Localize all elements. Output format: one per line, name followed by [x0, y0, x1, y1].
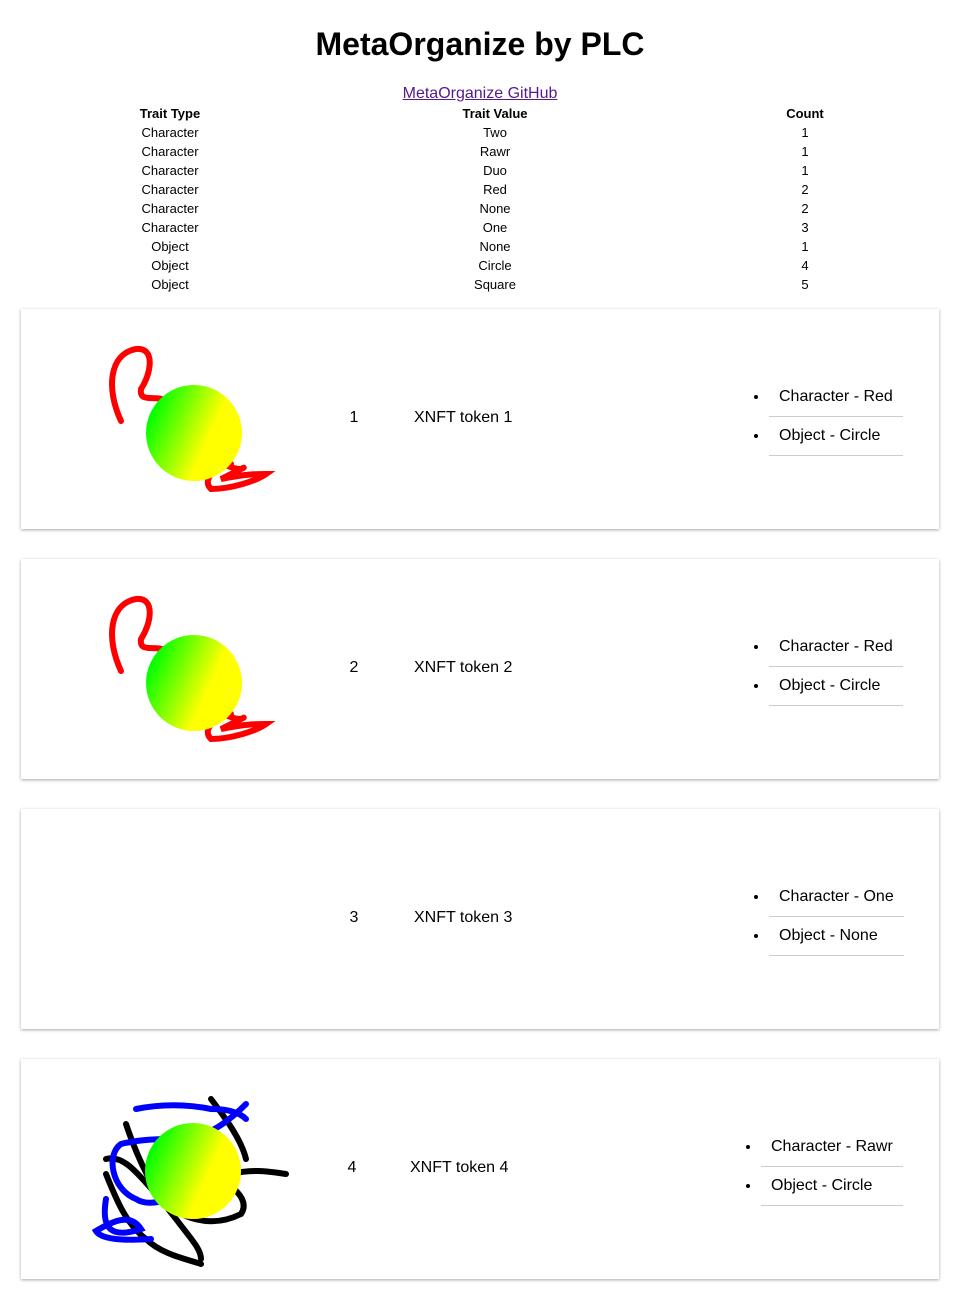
- trait-row: Object None 1: [80, 237, 880, 256]
- trait-row: Character Two 1: [80, 123, 880, 142]
- token-card: 1 XNFT token 1 Character - RedObject - Cir…: [21, 309, 939, 529]
- trait-value-cell: Red: [483, 182, 507, 197]
- count-cell: 1: [801, 163, 809, 178]
- github-link-container: MetaOrganize GitHub: [0, 85, 960, 103]
- trait-row: Object Square 5: [80, 275, 880, 294]
- trait-row: Character Red 2: [80, 180, 880, 199]
- token-id: 4: [347, 1159, 357, 1176]
- trait-type-cell: Object: [151, 277, 189, 292]
- page-title: MetaOrganize by PLC: [315, 26, 645, 62]
- token-attribute-list: Character - OneObject - None: [752, 878, 904, 956]
- trait-type-cell: Character: [141, 125, 199, 140]
- token-card: 2 XNFT token 2 Character - RedObject - Cir…: [21, 559, 939, 779]
- trait-value-cell: Rawr: [479, 144, 511, 159]
- count-cell: 3: [801, 220, 809, 235]
- header-trait-value: Trait Value: [462, 106, 528, 121]
- trait-row: Character None 2: [80, 199, 880, 218]
- token-name: XNFT token 4: [410, 1159, 509, 1176]
- trait-type-cell: Character: [141, 220, 199, 235]
- header-count: Count: [786, 106, 824, 121]
- token-id: 2: [349, 659, 359, 676]
- trait-value-cell: None: [479, 239, 511, 254]
- token-card: 4 XNFT token 4 Character - RawrObject - Ci…: [21, 1059, 939, 1279]
- token-attribute: Character - Rawr: [761, 1128, 903, 1167]
- header-trait-type: Trait Type: [139, 106, 201, 121]
- trait-row: Character Rawr 1: [80, 142, 880, 161]
- token-artwork: [109, 345, 276, 493]
- trait-type-cell: Character: [141, 163, 199, 178]
- trait-table: Trait Type Trait Value Count Character Tw…: [80, 104, 880, 294]
- token-attribute-list: Character - RedObject - Circle: [752, 378, 903, 456]
- token-attribute: Character - Red: [769, 378, 903, 417]
- token-artwork: [91, 1096, 289, 1267]
- trait-type-cell: Object: [151, 239, 189, 254]
- trait-type-cell: Character: [141, 201, 199, 216]
- github-link[interactable]: MetaOrganize GitHub: [403, 85, 558, 102]
- trait-table-header: Trait Type Trait Value Count: [80, 104, 880, 123]
- token-attribute: Object - None: [769, 917, 904, 956]
- trait-value-cell: Duo: [483, 163, 507, 178]
- trait-row: Character One 3: [80, 218, 880, 237]
- token-attribute-list: Character - RawrObject - Circle: [744, 1128, 903, 1206]
- trait-type-cell: Character: [141, 182, 199, 197]
- count-cell: 4: [801, 258, 809, 273]
- count-cell: 2: [801, 182, 809, 197]
- trait-value-cell: Two: [483, 125, 507, 140]
- count-cell: 1: [801, 125, 809, 140]
- trait-value-cell: None: [479, 201, 511, 216]
- token-attribute: Object - Circle: [761, 1167, 903, 1206]
- token-name: XNFT token 1: [414, 409, 513, 426]
- token-id: 3: [349, 909, 359, 926]
- count-cell: 1: [801, 239, 809, 254]
- count-cell: 1: [801, 144, 809, 159]
- token-attribute: Character - One: [769, 878, 904, 917]
- token-name: XNFT token 3: [414, 909, 513, 926]
- trait-row: Character Duo 1: [80, 161, 880, 180]
- trait-value-cell: One: [482, 220, 508, 235]
- token-attribute: Object - Circle: [769, 417, 903, 456]
- count-cell: 5: [801, 277, 809, 292]
- trait-type-cell: Object: [151, 258, 189, 273]
- token-attribute-list: Character - RedObject - Circle: [752, 628, 903, 706]
- token-artwork: [81, 829, 291, 1019]
- token-artwork: [109, 595, 276, 743]
- trait-row: Object Circle 4: [80, 256, 880, 275]
- trait-value-cell: Circle: [478, 258, 512, 273]
- token-id: 1: [349, 409, 359, 426]
- count-cell: 2: [801, 201, 809, 216]
- trait-type-cell: Character: [141, 144, 199, 159]
- trait-value-cell: Square: [474, 277, 516, 292]
- token-card: 3 XNFT token 3 Character - OneObject - Non…: [21, 809, 939, 1029]
- token-name: XNFT token 2: [414, 659, 513, 676]
- token-attribute: Character - Red: [769, 628, 903, 667]
- token-attribute: Object - Circle: [769, 667, 903, 706]
